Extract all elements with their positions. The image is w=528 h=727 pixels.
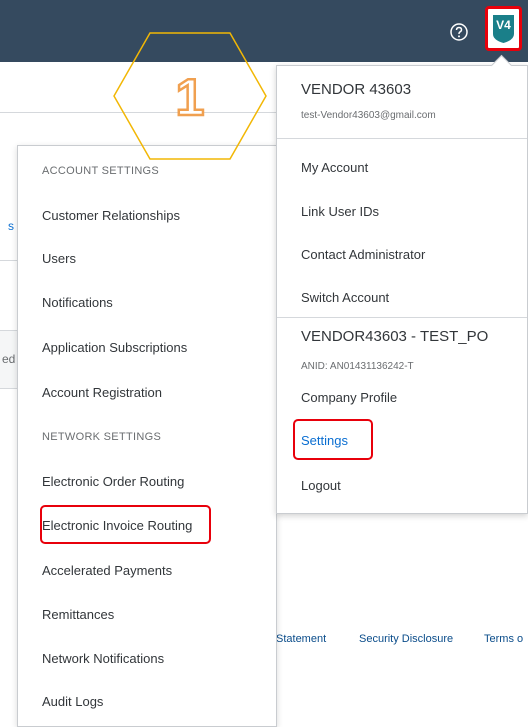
company-name: VENDOR43603 - TEST_PO (301, 328, 489, 345)
network-settings-header: NETWORK SETTINGS (42, 431, 162, 443)
menu-item-users[interactable]: Users (42, 251, 76, 266)
menu-item-audit-logs[interactable]: Audit Logs (42, 694, 103, 709)
background-text-fragment: s (8, 219, 14, 233)
menu-item-switch-account[interactable]: Switch Account (301, 290, 389, 305)
step-hexagon-annotation: 1 (113, 32, 267, 160)
user-email: test-Vendor43603@gmail.com (301, 110, 436, 121)
footer-link-statement[interactable]: Statement (276, 633, 326, 645)
highlight-settings (293, 419, 373, 460)
footer-link-terms[interactable]: Terms o (484, 633, 523, 645)
menu-item-company-profile[interactable]: Company Profile (301, 390, 397, 405)
background-text-fragment: ed (2, 352, 16, 366)
menu-item-my-account[interactable]: My Account (301, 160, 368, 175)
footer-link-security-disclosure[interactable]: Security Disclosure (359, 633, 453, 645)
menu-item-remittances[interactable]: Remittances (42, 607, 114, 622)
menu-item-electronic-order-routing[interactable]: Electronic Order Routing (42, 474, 184, 489)
account-settings-header: ACCOUNT SETTINGS (42, 165, 160, 177)
menu-item-contact-administrator[interactable]: Contact Administrator (301, 247, 425, 262)
help-circle-icon[interactable] (449, 22, 469, 42)
account-settings-menu: ACCOUNT SETTINGS Customer Relationships … (17, 145, 277, 727)
menu-item-logout[interactable]: Logout (301, 478, 341, 493)
highlight-electronic-invoice-routing (40, 505, 211, 544)
menu-divider (277, 138, 527, 139)
user-name: VENDOR 43603 (301, 81, 412, 98)
menu-divider (277, 317, 527, 318)
avatar-highlight: V4 (485, 6, 522, 51)
menu-item-application-subscriptions[interactable]: Application Subscriptions (42, 340, 187, 355)
menu-item-network-notifications[interactable]: Network Notifications (42, 651, 164, 666)
menu-item-link-user-ids[interactable]: Link User IDs (301, 204, 379, 219)
menu-item-accelerated-payments[interactable]: Accelerated Payments (42, 563, 172, 578)
menu-item-notifications[interactable]: Notifications (42, 295, 113, 310)
avatar-initials: V4 (496, 18, 511, 32)
step-number: 1 (176, 69, 205, 127)
company-anid: ANID: AN01431136242-T (301, 361, 414, 372)
menu-item-account-registration[interactable]: Account Registration (42, 385, 162, 400)
menu-item-customer-relationships[interactable]: Customer Relationships (42, 208, 180, 223)
avatar[interactable]: V4 (492, 14, 515, 44)
